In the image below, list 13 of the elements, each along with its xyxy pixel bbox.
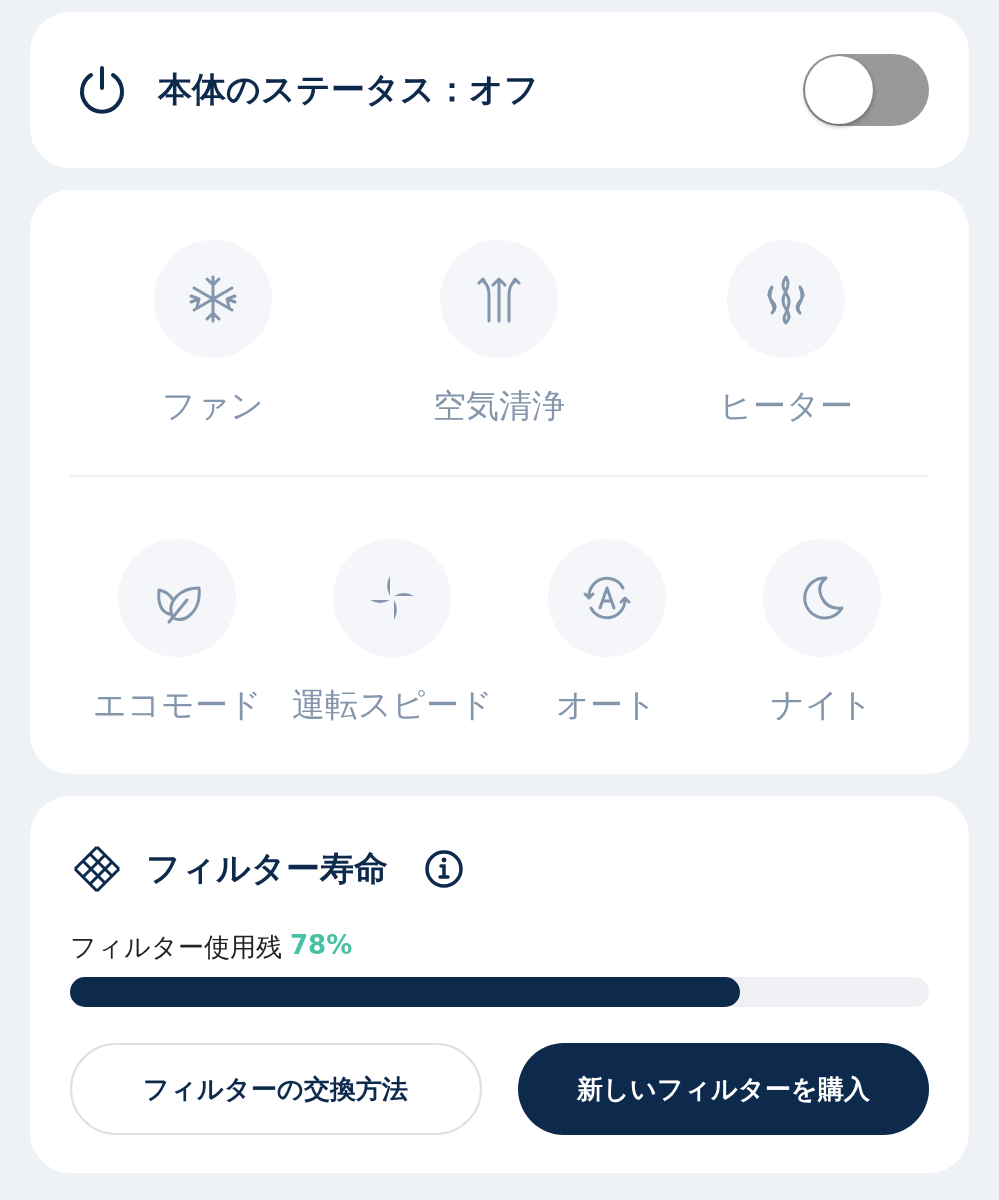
filter-title: フィルター寿命: [146, 847, 388, 890]
guide-button[interactable]: フィルターの交換方法: [70, 1043, 482, 1135]
remaining-label: フィルター使用残: [70, 931, 282, 964]
mode-label: ナイト: [770, 684, 873, 726]
mode-label: エコモード: [92, 684, 262, 726]
status-title: 本体のステータス：オフ: [158, 68, 539, 111]
buy-button[interactable]: 新しいフィルターを購入: [517, 1043, 929, 1135]
mode-label: 空気清浄: [433, 385, 566, 427]
remaining-value: 78%: [290, 930, 353, 962]
mode-label: 運転スピード: [291, 684, 493, 726]
mode-label: ヒーター: [718, 385, 853, 427]
mode-label: オート: [556, 684, 658, 726]
mode-label: ファン: [162, 385, 265, 427]
